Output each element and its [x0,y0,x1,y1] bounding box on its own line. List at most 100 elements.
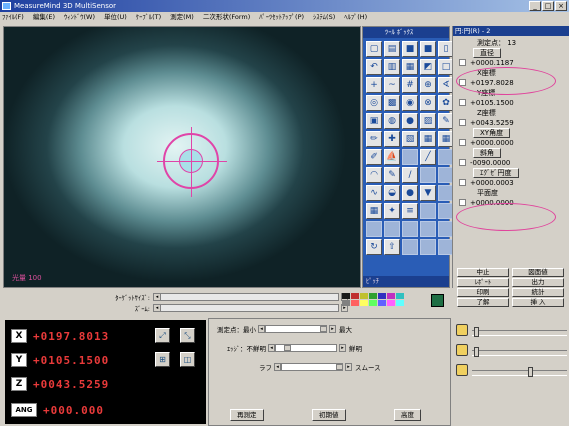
zoom-slider[interactable]: ◂ [153,304,339,312]
menu-help[interactable]: ﾍﾙﾌﾟ(H) [344,12,367,23]
back-light-thumb[interactable] [528,367,533,377]
palette-swatch[interactable] [369,293,377,299]
insert-button[interactable]: 挿 入 [512,298,564,307]
graph2-icon[interactable]: ▦ [402,59,418,75]
result-checkbox[interactable] [459,159,466,166]
ring-light-icon[interactable] [456,344,468,356]
target-size-slider[interactable]: ◂ [153,293,339,301]
palette-swatch[interactable] [396,300,404,306]
result-checkbox[interactable] [459,99,466,106]
result-label-button[interactable]: XY角度 [473,128,511,138]
ok-button[interactable]: 了解 [457,298,509,307]
palette-swatch[interactable] [369,300,377,306]
top-light-thumb[interactable] [474,327,479,337]
menu-window[interactable]: ｳｨﾝﾄﾞｳ(W) [64,12,95,23]
menu-table[interactable]: ｹｰﾌﾞﾙ(T) [136,12,161,23]
minimize-button[interactable]: _ [529,1,541,11]
advanced-button[interactable]: 高度 [394,409,421,421]
wave-icon[interactable]: ~ [384,77,400,93]
pencil-icon[interactable]: ✏ [366,131,382,147]
undo-icon[interactable]: ↶ [366,59,382,75]
slash-icon[interactable]: ∕ [402,167,418,183]
result-checkbox[interactable] [459,179,466,186]
palette-settings-icon[interactable] [431,294,444,307]
camera-icon[interactable]: ◫ [180,352,195,367]
target-icon[interactable]: ⊕ [420,77,436,93]
dots-icon[interactable]: ▩ [384,95,400,111]
y-axis-button[interactable]: Y [11,353,27,367]
lock-icon[interactable]: ⊗ [420,95,436,111]
palette-swatch[interactable] [378,300,386,306]
menu-system[interactable]: ｼｽﾃﾑ(S) [313,12,335,23]
palette-swatch[interactable] [387,293,395,299]
graph-icon[interactable]: ▥ [384,59,400,75]
edge-thumb[interactable] [284,345,291,351]
boat-icon[interactable]: ⛵ [384,149,400,165]
palette-swatch[interactable] [342,293,350,299]
camera-view[interactable]: 光量 100 [3,26,361,288]
ring-light-thumb[interactable] [474,347,479,357]
new-doc-icon[interactable]: ▢ [366,41,382,57]
grid-icon[interactable]: # [402,77,418,93]
zero-x-icon[interactable]: ⤢ [155,328,170,343]
menu-form[interactable]: 二次形状(Form) [203,12,250,23]
palette-swatch[interactable] [351,300,359,306]
crosshair-icon[interactable]: + [366,77,382,93]
result-label-button[interactable]: 斜角 [473,148,501,158]
report-button[interactable]: ﾚﾎﾟｰﾄ [457,278,509,287]
menu-measure[interactable]: 測定(M) [170,12,194,23]
print-button[interactable]: 印刷 [457,288,509,297]
output-button[interactable]: 出力 [512,278,564,287]
abort-button[interactable]: 中止 [457,268,509,277]
curve-icon[interactable]: ∿ [366,185,382,201]
diagonal-icon[interactable]: ╱ [420,149,436,165]
roughness-right-arrow-icon[interactable]: ▸ [345,363,352,371]
back-light-slider[interactable] [472,367,567,377]
palette-swatch[interactable] [387,300,395,306]
tag-icon[interactable]: ◩ [420,59,436,75]
pointer-icon[interactable]: ⇧ [384,239,400,255]
circle-grid-icon[interactable]: ◎ [366,95,382,111]
image-icon[interactable]: ▦ [420,131,436,147]
pen-icon[interactable]: ✐ [366,149,382,165]
star-icon[interactable]: ✦ [384,203,400,219]
save-icon[interactable]: ■ [402,41,418,57]
palette-swatch[interactable] [360,293,368,299]
lines-icon[interactable]: ≡ [402,203,418,219]
ang-axis-button[interactable]: ANG [11,403,37,417]
zoom-left-arrow-icon[interactable]: ◂ [154,305,161,311]
square2-icon[interactable]: ▧ [402,131,418,147]
open-folder-icon[interactable]: ▤ [384,41,400,57]
blob-icon[interactable]: ◒ [384,185,400,201]
edge-left-arrow-icon[interactable]: ◂ [268,344,275,352]
reset-button[interactable]: 初期値 [312,409,346,421]
plus-icon[interactable]: ✚ [384,131,400,147]
refresh-icon[interactable]: ↻ [366,239,382,255]
result-checkbox[interactable] [459,199,466,206]
circle-dot-icon[interactable]: ◍ [384,113,400,129]
top-light-slider[interactable] [472,327,567,337]
zero-all-icon[interactable]: ⤡ [180,328,195,343]
result-label-button[interactable]: ｴｸﾞｾﾞ円度 [473,168,519,178]
palette-swatch[interactable] [378,293,386,299]
points-right-arrow-icon[interactable]: ▸ [329,325,336,333]
preset-icon[interactable]: ⊞ [155,352,170,367]
roughness-thumb[interactable] [336,364,343,370]
palette-swatch[interactable] [342,300,350,306]
grid2-icon[interactable]: ▦ [366,203,382,219]
sphere-icon[interactable]: ● [402,113,418,129]
menu-edit[interactable]: 編集(E) [33,12,55,23]
menu-unit[interactable]: 単位(U) [104,12,127,23]
result-checkbox[interactable] [459,139,466,146]
points-slider[interactable] [265,325,327,333]
menu-file[interactable]: ﾌｧｲﾙ(F) [2,12,24,23]
box-icon[interactable]: ▣ [366,113,382,129]
slider-left-arrow-icon[interactable]: ◂ [154,294,161,300]
pencil2-icon[interactable]: ✎ [384,167,400,183]
points-thumb[interactable] [320,326,327,332]
back-light-icon[interactable] [456,364,468,376]
palette-swatch[interactable] [351,293,359,299]
roughness-left-arrow-icon[interactable]: ◂ [274,363,281,371]
drawing-value-button[interactable]: 図面値 [512,268,564,277]
z-axis-button[interactable]: Z [11,377,27,391]
